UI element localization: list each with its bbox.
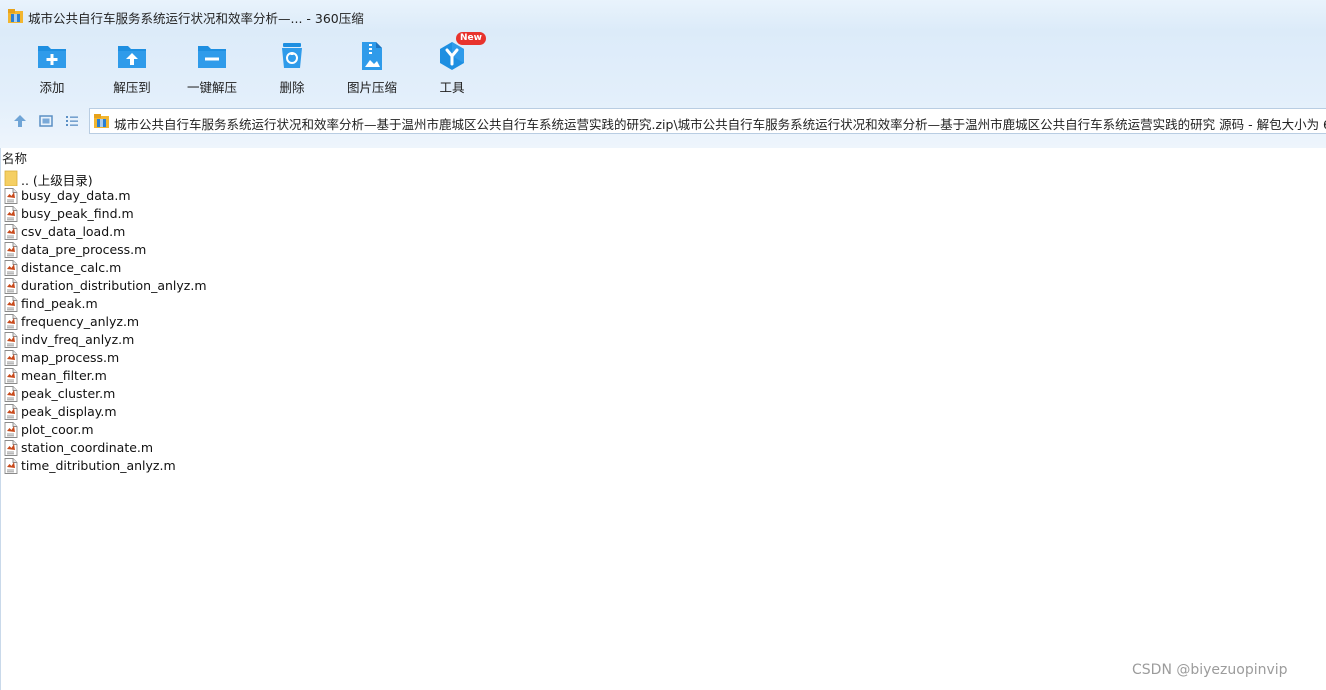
file-name: mean_filter.m <box>21 368 107 383</box>
one-click-extract-label: 一键解压 <box>186 80 237 95</box>
file-list: .. (上级目录) busy_day_data.m busy_peak_find.… <box>0 169 400 475</box>
matlab-file-icon <box>4 314 18 330</box>
matlab-file-icon <box>4 332 18 348</box>
file-row[interactable]: peak_cluster.m <box>0 385 400 403</box>
file-row[interactable]: map_process.m <box>0 349 400 367</box>
matlab-file-icon <box>4 188 18 204</box>
extract-to-label: 解压到 <box>113 80 151 95</box>
navigation-bar: 城市公共自行车服务系统运行状况和效率分析—基于温州市鹿城区公共自行车系统运营实践… <box>0 107 1326 137</box>
archive-path-icon <box>94 114 109 128</box>
delete-label: 删除 <box>279 80 305 95</box>
matlab-file-icon <box>4 242 18 258</box>
matlab-file-icon <box>4 206 18 222</box>
file-name: indv_freq_anlyz.m <box>21 332 135 347</box>
matlab-file-icon <box>4 440 18 456</box>
add-label: 添加 <box>39 80 65 95</box>
column-name-header[interactable]: 名称 <box>2 148 27 167</box>
file-row[interactable]: busy_day_data.m <box>0 187 400 205</box>
matlab-file-icon <box>4 350 18 366</box>
image-compress-icon <box>362 42 382 70</box>
file-name: plot_coor.m <box>21 422 94 437</box>
matlab-file-icon <box>4 260 18 276</box>
thumbnail-view-icon[interactable] <box>38 113 54 129</box>
matlab-file-icon <box>4 404 18 420</box>
file-row[interactable]: frequency_anlyz.m <box>0 313 400 331</box>
file-row[interactable]: duration_distribution_anlyz.m <box>0 277 400 295</box>
column-header: 名称 <box>0 147 1326 167</box>
toolbar: 添加 解压到 一键解压 删除 图片压缩 New 工具 <box>0 32 600 100</box>
trash-icon <box>282 43 302 68</box>
path-text: 城市公共自行车服务系统运行状况和效率分析—基于温州市鹿城区公共自行车系统运营实践… <box>114 117 1326 132</box>
file-row[interactable]: station_coordinate.m <box>0 439 400 457</box>
matlab-file-icon <box>4 458 18 474</box>
add-button[interactable]: 添加 <box>14 36 90 98</box>
folder-icon <box>4 170 18 186</box>
file-name: frequency_anlyz.m <box>21 314 140 329</box>
matlab-file-icon <box>4 224 18 240</box>
new-badge: New <box>456 32 486 45</box>
window-title: 城市公共自行车服务系统运行状况和效率分析—... - 360压缩 <box>28 11 364 26</box>
file-row[interactable]: plot_coor.m <box>0 421 400 439</box>
extract-to-button[interactable]: 解压到 <box>94 36 170 98</box>
list-view-icon[interactable] <box>64 113 80 129</box>
watermark: CSDN @biyezuopinvip <box>1132 662 1288 678</box>
title-bar: 城市公共自行车服务系统运行状况和效率分析—... - 360压缩 <box>0 0 1326 32</box>
file-row[interactable]: csv_data_load.m <box>0 223 400 241</box>
file-name: data_pre_process.m <box>21 242 147 257</box>
path-bar[interactable]: 城市公共自行车服务系统运行状况和效率分析—基于温州市鹿城区公共自行车系统运营实践… <box>89 108 1326 134</box>
delete-button[interactable]: 删除 <box>254 36 330 98</box>
file-name: distance_calc.m <box>21 260 122 275</box>
file-row[interactable]: distance_calc.m <box>0 259 400 277</box>
file-name: peak_cluster.m <box>21 386 116 401</box>
up-arrow-icon[interactable] <box>12 113 28 129</box>
file-name: peak_display.m <box>21 404 117 419</box>
file-name: duration_distribution_anlyz.m <box>21 278 207 293</box>
archive-app-icon <box>8 9 23 23</box>
file-row[interactable]: find_peak.m <box>0 295 400 313</box>
image-compress-button[interactable]: 图片压缩 <box>334 36 410 98</box>
file-name: busy_peak_find.m <box>21 206 134 221</box>
tools-button[interactable]: New 工具 <box>414 32 490 98</box>
file-name: time_ditribution_anlyz.m <box>21 458 176 473</box>
tools-label: 工具 <box>439 80 465 95</box>
file-row[interactable]: mean_filter.m <box>0 367 400 385</box>
file-row[interactable]: busy_peak_find.m <box>0 205 400 223</box>
matlab-file-icon <box>4 386 18 402</box>
matlab-file-icon <box>4 422 18 438</box>
file-name: map_process.m <box>21 350 120 365</box>
matlab-file-icon <box>4 296 18 312</box>
parent-directory-row[interactable]: .. (上级目录) <box>0 169 400 188</box>
file-name: busy_day_data.m <box>21 188 131 203</box>
add-folder-icon <box>38 46 66 68</box>
one-click-extract-button[interactable]: 一键解压 <box>174 36 250 98</box>
one-click-extract-icon <box>198 46 226 68</box>
file-name: station_coordinate.m <box>21 440 154 455</box>
file-row[interactable]: time_ditribution_anlyz.m <box>0 457 400 475</box>
matlab-file-icon <box>4 368 18 384</box>
file-row[interactable]: indv_freq_anlyz.m <box>0 331 400 349</box>
file-name: csv_data_load.m <box>21 224 126 239</box>
extract-to-icon <box>118 46 146 68</box>
file-row[interactable]: peak_display.m <box>0 403 400 421</box>
file-row[interactable]: data_pre_process.m <box>0 241 400 259</box>
image-compress-label: 图片压缩 <box>346 80 397 95</box>
file-name: find_peak.m <box>21 296 98 311</box>
matlab-file-icon <box>4 278 18 294</box>
